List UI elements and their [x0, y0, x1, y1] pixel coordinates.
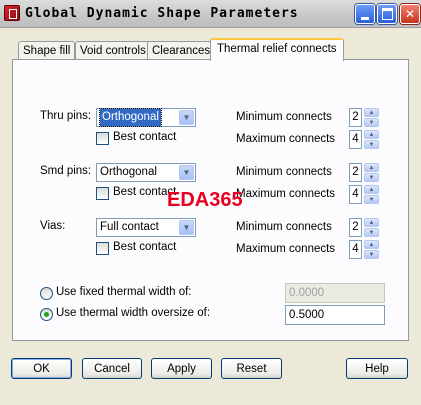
smd-pins-label: Smd pins: [40, 165, 92, 177]
vias-best-contact-label: Best contact [113, 241, 177, 253]
cancel-button[interactable]: Cancel [82, 358, 142, 379]
smd-pins-best-contact-checkbox[interactable] [96, 187, 109, 200]
thru-pins-max-field[interactable]: 4 [349, 130, 362, 149]
thru-pins-max-label: Maximum connects [236, 133, 336, 145]
ok-button[interactable]: OK [11, 358, 72, 379]
vias-label: Vias: [40, 220, 66, 232]
vias-best-contact-checkbox[interactable] [96, 242, 109, 255]
fixed-thermal-width-field: 0.0000 [285, 283, 385, 303]
thru-pins-min-spinner[interactable]: ▲ ▼ [364, 108, 379, 127]
spin-down-icon[interactable]: ▼ [364, 140, 379, 149]
tab-void-controls[interactable]: Void controls [75, 41, 151, 60]
vias-min-field[interactable]: 2 [349, 218, 362, 237]
spin-down-icon[interactable]: ▼ [364, 195, 379, 204]
smd-pins-type-select[interactable]: Orthogonal ▼ [96, 163, 196, 182]
watermark: EDA365 [167, 189, 243, 211]
thru-pins-best-contact-label: Best contact [113, 131, 177, 143]
spin-down-icon[interactable]: ▼ [364, 250, 379, 259]
smd-pins-min-field[interactable]: 2 [349, 163, 362, 182]
reset-button[interactable]: Reset [221, 358, 282, 379]
app-icon[interactable] [4, 5, 20, 21]
thru-pins-type-value: Orthogonal [99, 108, 162, 127]
smd-pins-max-label: Maximum connects [236, 188, 336, 200]
window-title: Global Dynamic Shape Parameters [25, 6, 299, 21]
thru-pins-label: Thru pins: [40, 110, 92, 122]
spin-up-icon[interactable]: ▲ [364, 218, 379, 227]
vias-max-field[interactable]: 4 [349, 240, 362, 259]
smd-pins-min-label: Minimum connects [236, 166, 332, 178]
tab-clearances[interactable]: Clearances [147, 41, 216, 60]
vias-type-select[interactable]: Full contact ▼ [96, 218, 196, 237]
oversize-thermal-width-radio[interactable] [40, 308, 53, 321]
thru-pins-best-contact-checkbox[interactable] [96, 132, 109, 145]
thru-pins-min-label: Minimum connects [236, 111, 332, 123]
fixed-thermal-width-label: Use fixed thermal width of: [56, 286, 192, 298]
vias-type-value: Full contact [100, 221, 159, 233]
vias-max-spinner[interactable]: ▲ ▼ [364, 240, 379, 259]
spin-down-icon[interactable]: ▼ [364, 228, 379, 237]
tab-thermal-relief-connects[interactable]: Thermal relief connects [210, 38, 344, 61]
spin-down-icon[interactable]: ▼ [364, 173, 379, 182]
tab-shape-fill[interactable]: Shape fill [18, 41, 76, 60]
oversize-thermal-width-field[interactable]: 0.5000 [285, 305, 385, 325]
chevron-down-icon[interactable]: ▼ [179, 165, 194, 180]
smd-pins-max-field[interactable]: 4 [349, 185, 362, 204]
close-button[interactable]: ✕ [400, 4, 420, 24]
vias-min-spinner[interactable]: ▲ ▼ [364, 218, 379, 237]
chevron-down-icon[interactable]: ▼ [179, 110, 194, 125]
maximize-button[interactable] [377, 4, 397, 24]
spin-up-icon[interactable]: ▲ [364, 163, 379, 172]
help-button[interactable]: Help [346, 358, 408, 379]
smd-pins-type-value: Orthogonal [100, 166, 157, 178]
spin-up-icon[interactable]: ▲ [364, 185, 379, 194]
thru-pins-type-select[interactable]: Orthogonal ▼ [96, 108, 196, 127]
smd-pins-max-spinner[interactable]: ▲ ▼ [364, 185, 379, 204]
apply-button[interactable]: Apply [151, 358, 212, 379]
thru-pins-max-spinner[interactable]: ▲ ▼ [364, 130, 379, 149]
smd-pins-min-spinner[interactable]: ▲ ▼ [364, 163, 379, 182]
thru-pins-min-field[interactable]: 2 [349, 108, 362, 127]
minimize-button[interactable] [355, 4, 375, 24]
oversize-thermal-width-label: Use thermal width oversize of: [56, 307, 211, 319]
spin-up-icon[interactable]: ▲ [364, 108, 379, 117]
fixed-thermal-width-radio[interactable] [40, 287, 53, 300]
chevron-down-icon[interactable]: ▼ [179, 220, 194, 235]
vias-min-label: Minimum connects [236, 221, 332, 233]
spin-up-icon[interactable]: ▲ [364, 130, 379, 139]
vias-max-label: Maximum connects [236, 243, 336, 255]
spin-up-icon[interactable]: ▲ [364, 240, 379, 249]
spin-down-icon[interactable]: ▼ [364, 118, 379, 127]
title-bar: Global Dynamic Shape Parameters ✕ [0, 0, 421, 28]
